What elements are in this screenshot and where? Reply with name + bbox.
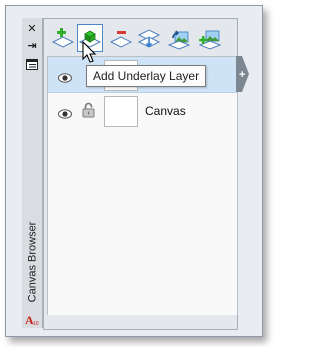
svg-text:10: 10 — [33, 321, 39, 326]
tooltip: Add Underlay Layer — [86, 65, 207, 87]
delete-layer-icon — [109, 31, 133, 48]
add-image-layer-icon — [198, 30, 222, 50]
properties-icon[interactable] — [25, 58, 39, 70]
visibility-eye-icon[interactable] — [58, 106, 72, 119]
close-icon[interactable]: ✕ — [25, 23, 39, 35]
layer-name: Canvas — [145, 104, 186, 118]
merge-down-icon — [137, 29, 161, 48]
app-logo-icon: A 10 — [25, 313, 40, 327]
layer-list: Canvas — [47, 56, 238, 315]
palette-title-strip: ✕ ⇥ Canvas Browser A 10 — [22, 18, 43, 328]
layer-row[interactable]: Canvas — [48, 93, 237, 129]
palette-title: Canvas Browser — [26, 221, 39, 303]
import-image-icon — [167, 30, 191, 50]
add-layer-icon — [51, 28, 75, 48]
layer-toolbar — [46, 24, 236, 54]
auto-hide-icon[interactable]: ⇥ — [25, 40, 39, 52]
add-image-layer-button[interactable] — [197, 24, 223, 52]
merge-down-button[interactable] — [136, 24, 162, 52]
svg-text:+: + — [239, 69, 245, 81]
delete-layer-button[interactable] — [108, 24, 134, 52]
screenshot-stage: ✕ ⇥ Canvas Browser A 10 Canvas + Add Und… — [0, 0, 274, 347]
visibility-eye-icon[interactable] — [58, 70, 72, 83]
mouse-cursor-icon — [82, 40, 98, 65]
expand-tab[interactable]: + — [236, 56, 250, 92]
layer-thumbnail — [104, 96, 138, 127]
add-layer-button[interactable] — [50, 24, 76, 52]
lock-icon[interactable] — [82, 102, 95, 118]
import-image-button[interactable] — [166, 24, 192, 52]
